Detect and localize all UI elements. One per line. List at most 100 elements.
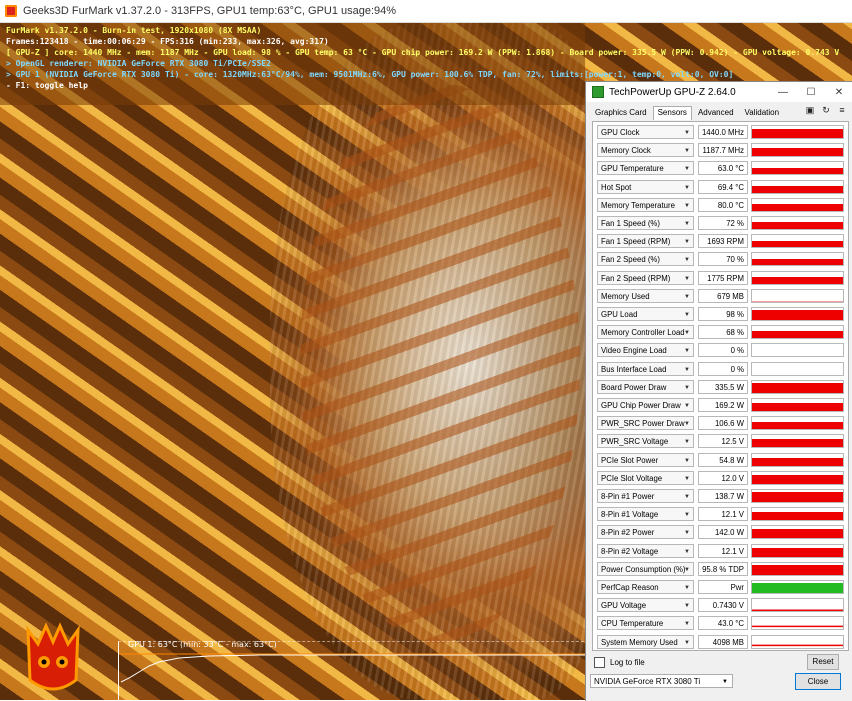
sensor-name-dropdown[interactable]: GPU Voltage ▼	[597, 598, 694, 613]
sensor-name-dropdown[interactable]: PCIe Slot Voltage ▼	[597, 470, 694, 485]
sensor-graph-fill	[752, 258, 843, 266]
sensor-graph-fill	[752, 309, 843, 320]
sensor-value: 142.0 W	[698, 525, 748, 540]
sensor-name-label: Fan 2 Speed (%)	[601, 255, 660, 265]
sensor-name-dropdown[interactable]: Video Engine Load ▼	[597, 343, 694, 358]
tab-sensors[interactable]: Sensors	[652, 106, 692, 120]
sensor-value: 1187.7 MHz	[698, 143, 748, 158]
sensor-value: 72 %	[698, 216, 748, 230]
sensor-name-dropdown[interactable]: PerfCap Reason ▼	[597, 580, 694, 594]
menu-icon[interactable]: ≡	[837, 105, 847, 115]
sensor-graph	[751, 561, 844, 576]
minimize-icon[interactable]: —	[769, 82, 797, 102]
sensor-graph	[751, 234, 844, 249]
chevron-down-icon: ▼	[684, 566, 690, 573]
close-icon[interactable]: ✕	[825, 82, 852, 102]
sensor-graph	[751, 288, 844, 303]
sensor-graph-fill	[752, 439, 843, 448]
sensor-name-label: Video Engine Load	[601, 346, 667, 356]
furmark-osd-panel: FurMark v1.37.2.0 - Burn-in test, 1920x1…	[0, 23, 839, 105]
sensor-value: 63.0 °C	[698, 161, 748, 176]
sensor-name-dropdown[interactable]: GPU Load ▼	[597, 307, 694, 321]
chevron-down-icon: ▼	[684, 130, 690, 136]
chevron-down-icon: ▼	[684, 202, 690, 209]
sensor-row: GPU Load ▼ 98 %	[595, 306, 846, 323]
camera-icon[interactable]: ▣	[805, 105, 815, 115]
sensor-row: Memory Controller Load ▼ 68 %	[595, 324, 846, 341]
gpuz-titlebar[interactable]: TechPowerUp GPU-Z 2.64.0 — ☐ ✕	[586, 82, 852, 102]
sensor-value: 1440.0 MHz	[698, 125, 748, 139]
sensor-value: 43.0 °C	[698, 616, 748, 631]
sensor-name-dropdown[interactable]: Memory Clock ▼	[597, 143, 694, 158]
sensor-graph-fill	[752, 528, 843, 539]
sensor-value: 679 MB	[698, 288, 748, 303]
sensor-graph-fill	[752, 277, 843, 284]
sensor-name-dropdown[interactable]: PWR_SRC Voltage ▼	[597, 434, 694, 449]
sensor-name-dropdown[interactable]: Fan 1 Speed (%) ▼	[597, 216, 694, 230]
chevron-down-icon: ▼	[684, 512, 690, 519]
temperature-graph	[118, 641, 589, 700]
sensor-row: Bus Interface Load ▼ 0 %	[595, 361, 846, 378]
sensor-row: GPU Clock ▼ 1440.0 MHz	[595, 124, 846, 141]
chevron-down-icon: ▼	[684, 494, 690, 500]
sensor-graph-line	[752, 626, 843, 628]
sensor-name-dropdown[interactable]: GPU Temperature ▼	[597, 161, 694, 176]
sensor-name-label: 8-Pin #2 Power	[601, 528, 655, 538]
tab-graphics-card[interactable]: Graphics Card	[590, 106, 652, 120]
tab-validation[interactable]: Validation	[740, 106, 785, 120]
close-button[interactable]: Close	[795, 673, 841, 690]
sensor-name-dropdown[interactable]: Memory Temperature ▼	[597, 197, 694, 212]
sensor-value: 138.7 W	[698, 489, 748, 503]
sensor-name-dropdown[interactable]: Board Power Draw ▼	[597, 379, 694, 394]
sensor-name-dropdown[interactable]: 8-Pin #2 Power ▼	[597, 525, 694, 540]
sensor-name-label: Power Consumption (%)	[601, 564, 686, 574]
sensor-name-label: GPU Chip Power Draw	[601, 401, 681, 410]
gpuz-window-title: TechPowerUp GPU-Z 2.64.0	[609, 86, 736, 98]
furmark-titlebar[interactable]: Geeks3D FurMark v1.37.2.0 - 313FPS, GPU1…	[0, 0, 852, 23]
gpu-select-dropdown[interactable]: NVIDIA GeForce RTX 3080 Ti ▼	[590, 674, 733, 688]
tab-advanced[interactable]: Advanced	[693, 106, 739, 120]
sensor-name-dropdown[interactable]: Fan 1 Speed (RPM) ▼	[597, 234, 694, 249]
osd-line-renderer: > OpenGL renderer: NVIDIA GeForce RTX 30…	[6, 59, 271, 68]
osd-line-title: FurMark v1.37.2.0 - Burn-in test, 1920x1…	[6, 26, 262, 35]
sensor-name-dropdown[interactable]: GPU Chip Power Draw ▼	[597, 398, 694, 412]
sensor-name-dropdown[interactable]: Memory Controller Load ▼	[597, 325, 694, 340]
refresh-icon[interactable]: ↻	[821, 105, 831, 115]
sensor-name-dropdown[interactable]: 8-Pin #1 Power ▼	[597, 489, 694, 503]
sensor-name-dropdown[interactable]: System Memory Used ▼	[597, 634, 694, 649]
sensor-name-dropdown[interactable]: PWR_SRC Power Draw ▼	[597, 416, 694, 431]
sensor-name-label: GPU Load	[601, 310, 638, 319]
sensor-name-label: PWR_SRC Voltage	[601, 437, 669, 447]
chevron-down-icon: ▼	[684, 530, 690, 537]
sensor-name-dropdown[interactable]: PCIe Slot Power ▼	[597, 452, 694, 467]
log-to-file[interactable]: Log to file	[594, 657, 645, 668]
sensor-graph-fill	[752, 474, 843, 484]
chevron-down-icon: ▼	[684, 330, 690, 337]
sensor-name-dropdown[interactable]: Memory Used ▼	[597, 288, 694, 303]
sensor-name-dropdown[interactable]: Fan 2 Speed (%) ▼	[597, 252, 694, 267]
sensor-name-dropdown[interactable]: Hot Spot ▼	[597, 179, 694, 194]
sensor-row: PWR_SRC Voltage ▼ 12.5 V	[595, 433, 846, 450]
reset-button[interactable]: Reset	[807, 654, 839, 670]
sensor-graph	[751, 161, 844, 176]
sensor-graph	[751, 216, 844, 230]
sensor-graph-fill	[752, 422, 843, 430]
sensor-graph-fill	[752, 241, 843, 248]
sensors-panel: GPU Clock ▼ 1440.0 MHz Memory Clock ▼ 1187.7 …	[592, 121, 849, 651]
sensor-name-dropdown[interactable]: CPU Temperature ▼	[597, 616, 694, 631]
maximize-icon[interactable]: ☐	[797, 82, 825, 102]
sensor-row: PWR_SRC Power Draw ▼ 106.6 W	[595, 415, 846, 432]
sensor-name-dropdown[interactable]: Power Consumption (%) ▼	[597, 561, 694, 576]
sensor-value: 98 %	[698, 307, 748, 321]
sensor-name-dropdown[interactable]: Fan 2 Speed (RPM) ▼	[597, 270, 694, 285]
sensor-name-dropdown[interactable]: GPU Clock ▼	[597, 125, 694, 139]
sensor-name-dropdown[interactable]: 8-Pin #1 Voltage ▼	[597, 507, 694, 522]
sensor-graph	[751, 270, 844, 285]
sensor-name-dropdown[interactable]: Bus Interface Load ▼	[597, 361, 694, 376]
sensor-name-dropdown[interactable]: 8-Pin #2 Voltage ▼	[597, 543, 694, 558]
sensor-row: GPU Temperature ▼ 63.0 °C	[595, 160, 846, 177]
sensor-row: Fan 2 Speed (%) ▼ 70 %	[595, 251, 846, 268]
log-to-file-checkbox[interactable]	[594, 657, 605, 668]
sensor-value: 68 %	[698, 325, 748, 340]
sensor-row: Fan 1 Speed (RPM) ▼ 1693 RPM	[595, 233, 846, 250]
